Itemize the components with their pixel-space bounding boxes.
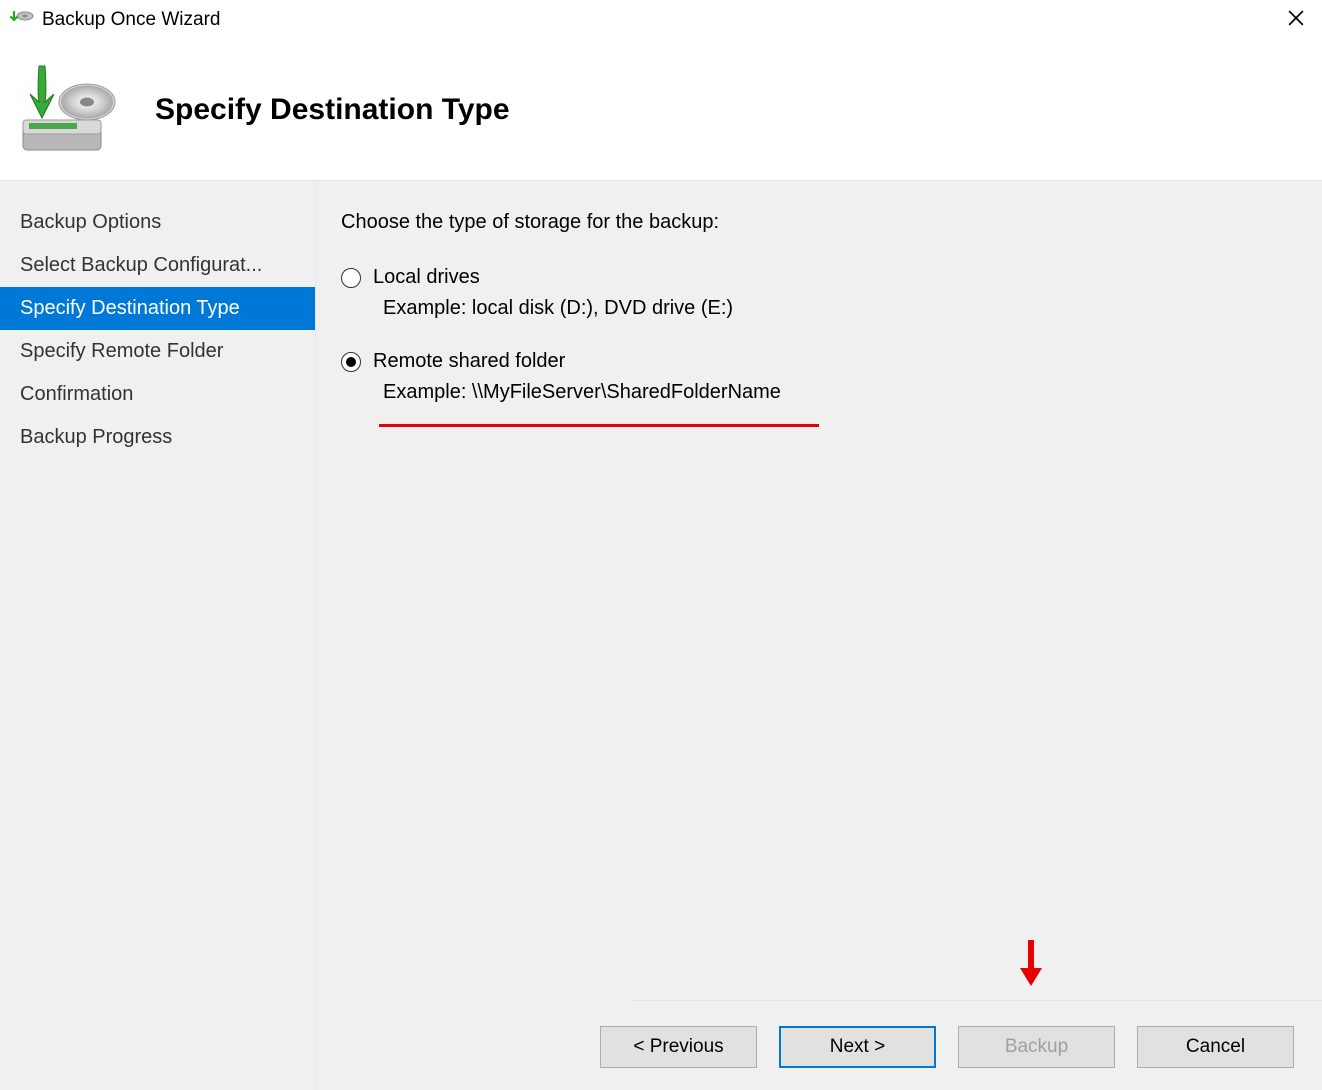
cancel-button[interactable]: Cancel <box>1137 1026 1294 1068</box>
sidebar-item-label: Backup Options <box>20 211 161 233</box>
window-title: Backup Once Wizard <box>42 9 1280 31</box>
radio-icon <box>341 268 361 288</box>
button-label: Next > <box>830 1036 885 1058</box>
sidebar-item-select-backup-configuration[interactable]: Select Backup Configurat... <box>0 244 315 287</box>
app-icon <box>10 8 34 32</box>
sidebar-item-backup-options[interactable]: Backup Options <box>0 201 315 244</box>
sidebar-item-specify-destination-type[interactable]: Specify Destination Type <box>0 287 315 330</box>
button-label: Cancel <box>1186 1036 1245 1058</box>
destination-type-radio-group: Local drives Example: local disk (D:), D… <box>341 262 1297 439</box>
radio-option-remote-shared-folder[interactable]: Remote shared folder <box>341 350 1297 373</box>
wizard-body: Backup Options Select Backup Configurat.… <box>0 180 1322 1090</box>
annotation-underline <box>379 424 819 427</box>
radio-label: Remote shared folder <box>373 350 565 373</box>
annotation-arrow-icon <box>1016 938 1046 988</box>
wizard-footer: < Previous Next > Backup Cancel <box>600 1026 1294 1068</box>
wizard-header: Specify Destination Type <box>0 40 1322 180</box>
radio-option-local-drives[interactable]: Local drives <box>341 266 1297 289</box>
button-label: Backup <box>1005 1036 1068 1058</box>
button-label: < Previous <box>633 1036 723 1058</box>
sidebar-item-backup-progress[interactable]: Backup Progress <box>0 416 315 459</box>
radio-example-remote-shared-folder: Example: \\MyFileServer\SharedFolderName <box>383 381 1297 404</box>
radio-icon <box>341 352 361 372</box>
sidebar-item-confirmation[interactable]: Confirmation <box>0 373 315 416</box>
backup-drive-icon <box>15 60 125 160</box>
sidebar-item-label: Specify Destination Type <box>20 297 240 319</box>
next-button[interactable]: Next > <box>779 1026 936 1068</box>
wizard-steps-sidebar: Backup Options Select Backup Configurat.… <box>0 181 316 1090</box>
previous-button[interactable]: < Previous <box>600 1026 757 1068</box>
radio-label: Local drives <box>373 266 480 289</box>
sidebar-item-label: Confirmation <box>20 383 133 405</box>
sidebar-item-specify-remote-folder[interactable]: Specify Remote Folder <box>0 330 315 373</box>
instruction-text: Choose the type of storage for the backu… <box>341 211 1297 234</box>
page-title: Specify Destination Type <box>155 93 510 127</box>
titlebar: Backup Once Wizard <box>0 0 1322 40</box>
sidebar-item-label: Backup Progress <box>20 426 172 448</box>
close-icon[interactable] <box>1280 5 1312 36</box>
radio-example-local-drives: Example: local disk (D:), DVD drive (E:) <box>383 297 1297 320</box>
wizard-main-panel: Choose the type of storage for the backu… <box>316 181 1322 1090</box>
sidebar-item-label: Select Backup Configurat... <box>20 254 262 276</box>
sidebar-item-label: Specify Remote Folder <box>20 340 223 362</box>
backup-button: Backup <box>958 1026 1115 1068</box>
